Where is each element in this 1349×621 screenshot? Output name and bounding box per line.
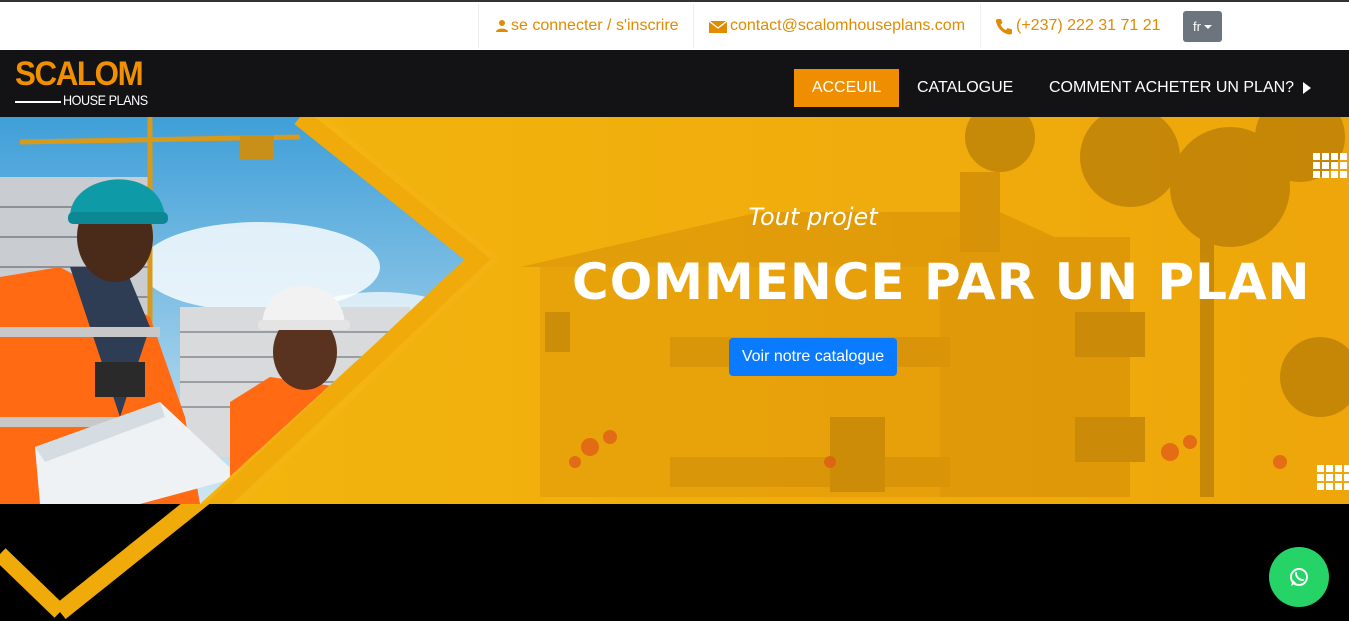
logo-underline	[15, 101, 61, 103]
login-link[interactable]: se connecter / s'inscrire	[478, 4, 693, 48]
logo[interactable]: SCALOM HOUSE PLANS	[15, 56, 170, 110]
hero-title: COMMENCE PAR UN PLAN	[572, 253, 1311, 311]
caret-right-icon	[1303, 82, 1312, 94]
envelope-icon	[709, 19, 727, 33]
top-bar: se connecter / s'inscrire contact@scalom…	[0, 0, 1349, 50]
view-catalogue-button[interactable]: Voir notre catalogue	[729, 338, 897, 376]
login-label: se connecter / s'inscrire	[511, 17, 679, 34]
page: se connecter / s'inscrire contact@scalom…	[0, 0, 1349, 621]
nav-item-how-to-buy[interactable]: COMMENT ACHETER UN PLAN?	[1049, 69, 1312, 107]
nav-item-label: ACCEUIL	[811, 79, 882, 96]
diamond-frame-lower-left	[0, 548, 66, 618]
logo-sub-text: HOUSE PLANS	[63, 92, 148, 108]
decorative-dot-grid	[1313, 153, 1347, 178]
nav-item-label: COMMENT ACHETER UN PLAN?	[1049, 79, 1295, 96]
user-icon	[496, 20, 508, 32]
whatsapp-button[interactable]	[1269, 547, 1329, 607]
phone-icon	[996, 18, 1012, 34]
phone-text: (+237) 222 31 71 21	[1016, 17, 1161, 34]
language-label: fr	[1193, 19, 1201, 34]
phone-link[interactable]: (+237) 222 31 71 21	[980, 4, 1176, 48]
logo-main-text: SCALOM	[15, 55, 144, 93]
email-text: contact@scalomhouseplans.com	[730, 17, 966, 34]
main-navbar: SCALOM HOUSE PLANS ACCEUIL CATALOGUE COM…	[0, 50, 1349, 117]
nav-item-catalogue[interactable]: CATALOGUE	[917, 69, 1013, 107]
nav-item-label: CATALOGUE	[917, 79, 1014, 96]
caret-down-icon	[1203, 24, 1212, 29]
hero-subtitle: Tout projet	[748, 203, 878, 231]
nav-item-accueil[interactable]: ACCEUIL	[794, 69, 899, 107]
whatsapp-icon	[1290, 568, 1308, 586]
email-link[interactable]: contact@scalomhouseplans.com	[693, 4, 980, 48]
decorative-dot-grid	[1317, 465, 1349, 490]
language-dropdown[interactable]: fr	[1183, 11, 1222, 42]
hero-banner: Tout projet COMMENCE PAR UN PLAN Voir no…	[0, 117, 1349, 504]
